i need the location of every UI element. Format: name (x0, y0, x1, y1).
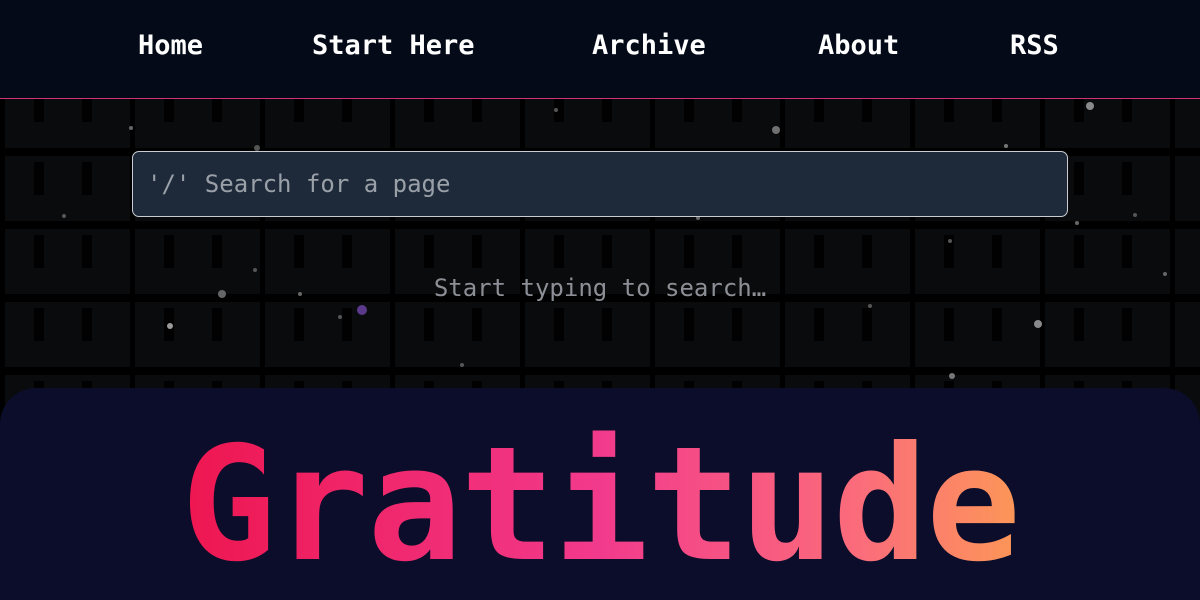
post-title: Gratitude (0, 410, 1200, 600)
search-container (132, 151, 1068, 217)
top-navigation: Home Start Here Archive About RSS (0, 0, 1200, 99)
nav-link-home[interactable]: Home (138, 28, 203, 64)
nav-link-archive[interactable]: Archive (592, 28, 706, 64)
nav-link-start-here[interactable]: Start Here (312, 28, 475, 64)
nav-link-about[interactable]: About (818, 28, 899, 64)
nav-link-rss[interactable]: RSS (1010, 28, 1059, 64)
search-input[interactable] (133, 152, 1067, 216)
search-hint: Start typing to search… (433, 274, 767, 302)
page: Home Start Here Archive About RSS Start … (0, 0, 1200, 600)
